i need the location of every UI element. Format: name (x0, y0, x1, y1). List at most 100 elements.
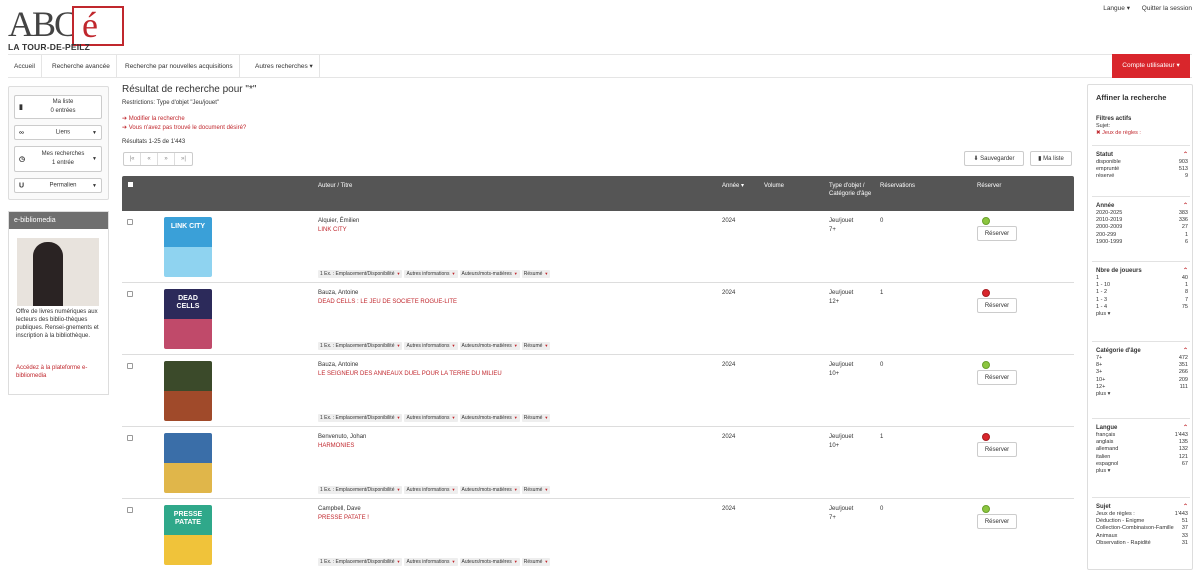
row-title-link[interactable]: LINK CITY (318, 226, 347, 234)
tag-other-info[interactable]: Autres informations ▼ (404, 270, 458, 278)
cover-image[interactable]: DEAD CELLS (164, 289, 212, 349)
row-title-link[interactable]: HARMONIES (318, 442, 354, 450)
pager-next[interactable]: » (158, 153, 175, 165)
facet-item[interactable]: disponible 903 (1096, 159, 1188, 166)
my-list-top-button[interactable]: ▮ Ma liste (1030, 151, 1072, 166)
cover-image[interactable] (164, 433, 212, 493)
facet-item[interactable]: 2010-2019 336 (1096, 217, 1188, 224)
permalink-dropdown[interactable]: U Permalien ▼ (14, 178, 102, 193)
facet-item[interactable]: 3+ 266 (1096, 369, 1188, 376)
facet-item[interactable]: Observation - Rapidité 31 (1096, 540, 1188, 547)
reserve-button[interactable]: Réserver (977, 226, 1017, 241)
logout-link[interactable]: Quitter la session (1142, 5, 1192, 12)
facet-more-link[interactable]: plus ▾ (1096, 391, 1188, 398)
tag-summary[interactable]: Résumé ▼ (521, 270, 551, 278)
nav-advanced-search[interactable]: Recherche avancée (46, 55, 117, 78)
tag-location[interactable]: 1 Ex. : Emplacement/Disponibilité ▼ (318, 414, 403, 422)
facet-item[interactable]: 1 40 (1096, 275, 1188, 282)
row-title-link[interactable]: LE SEIGNEUR DES ANNEAUX DUEL POUR LA TER… (318, 370, 502, 378)
tag-authors[interactable]: Auteurs/mots-matières ▼ (459, 414, 520, 422)
my-list-button[interactable]: ▮ Ma liste 0 entrées (14, 95, 102, 119)
facet-item[interactable]: 2000-2009 27 (1096, 224, 1188, 231)
facet-item[interactable]: 2020-2025 383 (1096, 210, 1188, 217)
collapse-icon[interactable]: ⌃ (1183, 202, 1188, 210)
tag-summary[interactable]: Résumé ▼ (521, 486, 551, 494)
modify-search-link[interactable]: ➔ Modifier la recherche (122, 115, 185, 122)
row-title-link[interactable]: DEAD CELLS : LE JEU DE SOCIETE ROGUE-LIT… (318, 298, 457, 306)
facet-heading[interactable]: Catégorie d'âge ⌃ (1096, 347, 1188, 355)
my-searches-dropdown[interactable]: ◷ Mes recherches 1 entrée ▼ (14, 146, 102, 172)
row-checkbox[interactable] (127, 507, 133, 513)
collapse-icon[interactable]: ⌃ (1183, 503, 1188, 511)
facet-item[interactable]: 200-299 1 (1096, 232, 1188, 239)
select-all-checkbox[interactable] (128, 182, 133, 187)
row-checkbox[interactable] (127, 291, 133, 297)
tag-summary[interactable]: Résumé ▼ (521, 558, 551, 566)
nav-new-acquisitions[interactable]: Recherche par nouvelles acquisitions (119, 55, 240, 78)
facet-item[interactable]: 1 - 3 7 (1096, 297, 1188, 304)
facet-item[interactable]: espagnol 67 (1096, 461, 1188, 468)
facet-item[interactable]: italien 121 (1096, 454, 1188, 461)
facet-heading[interactable]: Langue ⌃ (1096, 424, 1188, 432)
tag-other-info[interactable]: Autres informations ▼ (404, 486, 458, 494)
tag-summary[interactable]: Résumé ▼ (521, 342, 551, 350)
facet-item[interactable]: allemand 132 (1096, 446, 1188, 453)
facet-more-link[interactable]: plus ▾ (1096, 468, 1188, 475)
collapse-icon[interactable]: ⌃ (1183, 347, 1188, 355)
facet-heading[interactable]: Nbre de joueurs ⌃ (1096, 267, 1188, 275)
tag-authors[interactable]: Auteurs/mots-matières ▼ (459, 270, 520, 278)
facet-heading[interactable]: Sujet ⌃ (1096, 503, 1188, 511)
row-checkbox[interactable] (127, 363, 133, 369)
col-year[interactable]: Année ▾ (722, 182, 744, 190)
facet-item[interactable]: 1 - 2 8 (1096, 289, 1188, 296)
facet-item[interactable]: anglais 135 (1096, 439, 1188, 446)
row-checkbox[interactable] (127, 435, 133, 441)
reserve-button[interactable]: Réserver (977, 298, 1017, 313)
facet-item[interactable]: 1 - 4 75 (1096, 304, 1188, 311)
facet-item[interactable]: 1900-1999 6 (1096, 239, 1188, 246)
links-dropdown[interactable]: ∞ Liens ▼ (14, 125, 102, 140)
tag-other-info[interactable]: Autres informations ▼ (404, 342, 458, 350)
nav-other-searches[interactable]: Autres recherches ▾ (249, 55, 320, 78)
reserve-button[interactable]: Réserver (977, 514, 1017, 529)
reserve-button[interactable]: Réserver (977, 370, 1017, 385)
cover-image[interactable]: PRESSE PATATE (164, 505, 212, 565)
facet-item[interactable]: 1 - 10 1 (1096, 282, 1188, 289)
pager-first[interactable]: |« (124, 153, 141, 165)
active-filter-remove[interactable]: ✖ Jeux de règles : (1096, 130, 1188, 137)
tag-location[interactable]: 1 Ex. : Emplacement/Disponibilité ▼ (318, 486, 403, 494)
facet-more-link[interactable]: plus ▾ (1096, 311, 1188, 318)
reserve-button[interactable]: Réserver (977, 442, 1017, 457)
row-title-link[interactable]: PRESSE PATATE ! (318, 514, 369, 522)
tag-summary[interactable]: Résumé ▼ (521, 414, 551, 422)
facet-item[interactable]: 12+ 111 (1096, 384, 1188, 391)
tag-other-info[interactable]: Autres informations ▼ (404, 414, 458, 422)
row-checkbox[interactable] (127, 219, 133, 225)
facet-item[interactable]: Animaux 33 (1096, 533, 1188, 540)
not-found-link[interactable]: ➔ Vous n'avez pas trouvé le document dés… (122, 124, 246, 131)
site-logo[interactable]: ABC é LA TOUR-DE-PEILZ (8, 4, 128, 52)
pager-prev[interactable]: « (141, 153, 158, 165)
facet-item[interactable]: emprunté 513 (1096, 166, 1188, 173)
facet-item[interactable]: 10+ 209 (1096, 377, 1188, 384)
user-account-button[interactable]: Compte utilisateur ▾ (1112, 54, 1190, 78)
cover-image[interactable]: LINK CITY (164, 217, 212, 277)
facet-item[interactable]: réservé 9 (1096, 173, 1188, 180)
col-reservations[interactable]: Réservations (880, 182, 915, 190)
col-type-age[interactable]: Type d'objet / Catégorie d'âge (829, 182, 877, 198)
pager-last[interactable]: »| (175, 153, 192, 165)
tag-other-info[interactable]: Autres informations ▼ (404, 558, 458, 566)
facet-item[interactable]: Déduction - Enigme 51 (1096, 518, 1188, 525)
save-button[interactable]: ⬇ Sauvegarder (964, 151, 1024, 166)
collapse-icon[interactable]: ⌃ (1183, 424, 1188, 432)
facet-item[interactable]: français 1'443 (1096, 432, 1188, 439)
facet-item[interactable]: Jeux de règles : 1'443 (1096, 511, 1188, 518)
ebibliomedia-link[interactable]: Accédez à la plateforme e-bibliomedia (16, 364, 106, 380)
language-menu[interactable]: Langue ▾ (1103, 5, 1130, 12)
ebibliomedia-image[interactable] (17, 238, 99, 306)
col-author-title[interactable]: Auteur / Titre (318, 182, 352, 190)
tag-authors[interactable]: Auteurs/mots-matières ▼ (459, 558, 520, 566)
facet-item[interactable]: 7+ 472 (1096, 355, 1188, 362)
nav-home[interactable]: Accueil (8, 55, 42, 78)
cover-image[interactable] (164, 361, 212, 421)
